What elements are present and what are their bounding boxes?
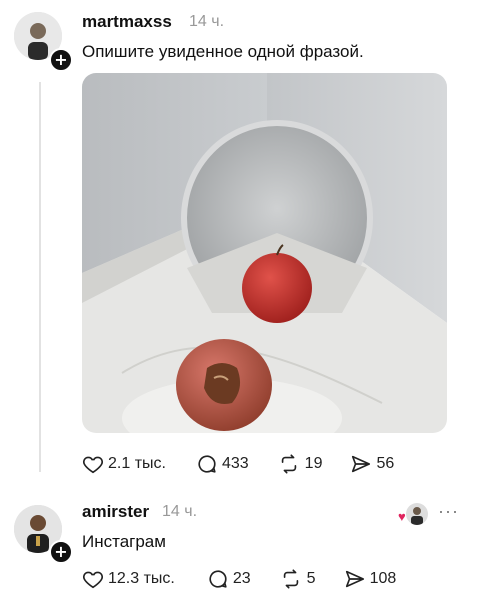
thread-line	[39, 82, 41, 472]
repost-button[interactable]: 19	[277, 453, 323, 475]
comment-button[interactable]: 433	[196, 453, 249, 475]
post-actions: 2.1 тыс. 433 19 56	[82, 451, 394, 477]
share-button[interactable]: 56	[350, 453, 394, 475]
like-count: 12.3 тыс.	[108, 570, 175, 587]
repost-button[interactable]: 5	[279, 568, 316, 590]
comment-bubble-icon	[209, 570, 227, 588]
post-image[interactable]	[82, 73, 447, 433]
like-count: 2.1 тыс.	[108, 455, 166, 472]
repost-count: 5	[306, 570, 316, 587]
share-button[interactable]: 108	[344, 568, 397, 590]
follow-button[interactable]: +	[49, 48, 73, 72]
heart-icon	[83, 571, 103, 589]
repost-count: 19	[304, 455, 323, 472]
author-avatar-badge	[406, 503, 428, 525]
repost-icon	[281, 454, 296, 474]
post-time: 14 ч.	[189, 13, 225, 30]
send-icon	[352, 455, 371, 473]
reply-text: Инстаграм	[82, 532, 166, 551]
send-icon	[345, 570, 364, 588]
like-button[interactable]: 2.1 тыс.	[82, 453, 166, 475]
reply-username[interactable]: amirster	[82, 502, 149, 522]
share-count: 108	[369, 570, 397, 587]
reply-actions: 12.3 тыс. 23 5 108	[82, 566, 396, 592]
heart-icon	[83, 456, 103, 474]
comment-button[interactable]: 23	[207, 568, 251, 590]
like-button[interactable]: 12.3 тыс.	[82, 568, 175, 590]
post-username[interactable]: martmaxss	[82, 12, 172, 32]
author-liked-icon: ♥	[398, 509, 406, 524]
reply-time: 14 ч.	[162, 503, 198, 520]
repost-icon	[283, 569, 298, 589]
follow-button[interactable]: +	[49, 540, 73, 564]
comment-bubble-icon	[198, 455, 216, 473]
share-count: 56	[376, 455, 395, 472]
more-options-button[interactable]: ···	[438, 501, 459, 522]
comment-count: 23	[232, 570, 251, 587]
post-text: Опишите увиденное одной фразой.	[82, 42, 364, 61]
comment-count: 433	[221, 455, 249, 472]
